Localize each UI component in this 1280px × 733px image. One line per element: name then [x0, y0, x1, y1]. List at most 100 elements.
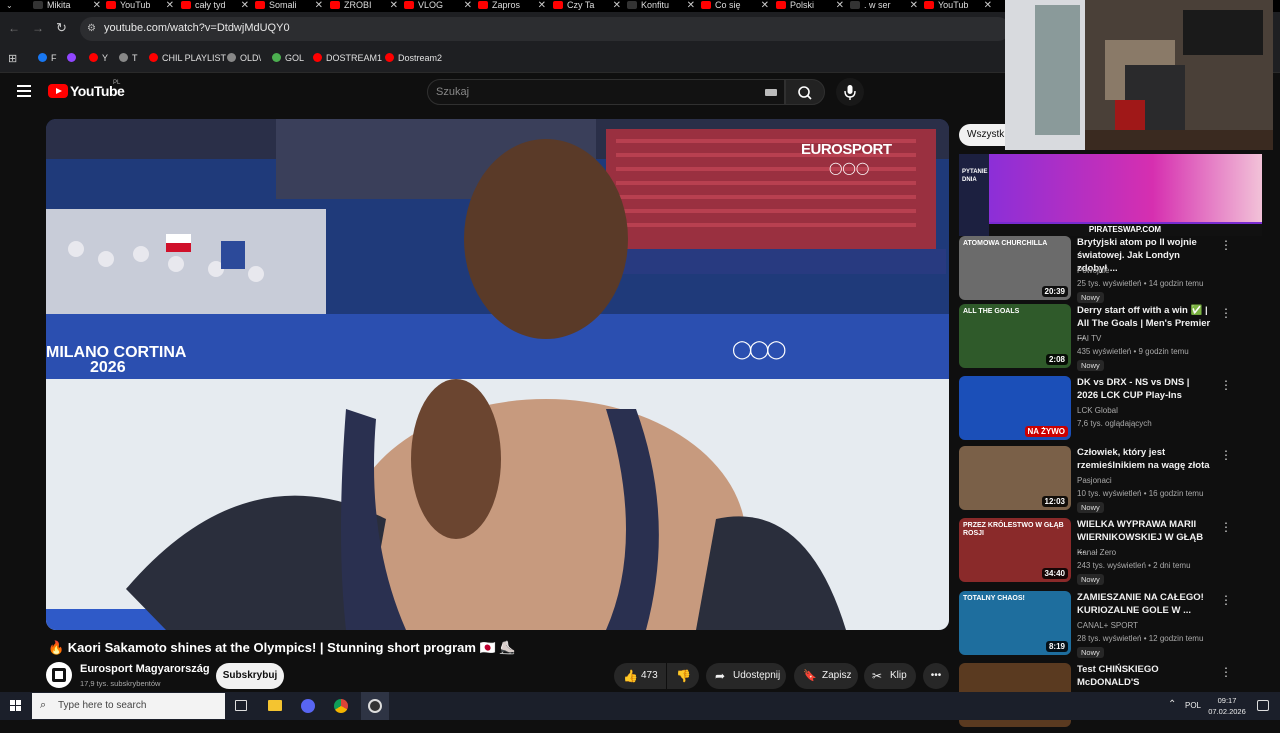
voice-search-button[interactable] [836, 78, 864, 106]
recommended-channel[interactable]: FAI TV [1077, 334, 1101, 343]
browser-tab[interactable]: Polski ✕ [776, 0, 848, 12]
tab-close-icon[interactable]: ✕ [166, 0, 174, 11]
taskbar-search-box[interactable]: ⌕ Type here to search [32, 693, 225, 719]
recommended-channel[interactable]: Kanał Zero [1077, 548, 1116, 557]
tab-close-icon[interactable]: ✕ [390, 0, 398, 11]
recommended-channel[interactable]: LCK Global [1077, 406, 1118, 415]
more-options-icon[interactable]: ⋮ [1220, 378, 1232, 392]
reload-icon[interactable]: ↻ [56, 20, 67, 36]
chrome-icon[interactable] [334, 699, 348, 713]
language-indicator[interactable]: POL [1185, 701, 1201, 710]
search-input[interactable]: Szukaj [436, 86, 469, 98]
keyboard-icon[interactable] [765, 89, 777, 96]
bookmark-item[interactable] [67, 53, 80, 63]
recommended-channel[interactable]: CANAL+ SPORT [1077, 621, 1138, 630]
tab-close-icon[interactable]: ✕ [984, 0, 992, 11]
more-options-icon[interactable]: ⋮ [1220, 238, 1232, 252]
browser-tab[interactable]: Mikita ✕ [33, 0, 105, 12]
tab-close-icon[interactable]: ✕ [315, 0, 323, 11]
browser-tab[interactable]: Zapros ✕ [478, 0, 550, 12]
video-thumbnail[interactable]: NA ŻYWO [959, 376, 1071, 440]
bookmark-item[interactable]: OLD\ [227, 53, 261, 63]
bookmark-item[interactable]: F [38, 53, 57, 63]
more-options-icon[interactable]: ⋮ [1220, 593, 1232, 607]
back-icon[interactable]: ← [8, 21, 20, 35]
browser-tab[interactable]: cały tyd ✕ [181, 0, 253, 12]
video-thumbnail[interactable]: 12:03 [959, 446, 1071, 510]
dislike-button[interactable]: 👎 [667, 663, 699, 689]
tab-close-icon[interactable]: ✕ [613, 0, 621, 11]
bookmark-item[interactable]: Y [89, 53, 108, 63]
task-view-icon[interactable] [235, 700, 247, 711]
tab-close-icon[interactable]: ✕ [93, 0, 101, 11]
recommended-video[interactable]: ATOMOWA CHURCHILLA 20:39 Brytyjski atom po… [958, 236, 1280, 306]
recommended-channel[interactable]: Powojnie [1077, 266, 1109, 275]
browser-tab[interactable]: YouTub ✕ [924, 0, 996, 12]
video-thumbnail[interactable]: PRZEZ KRÓLESTWO W GŁĄB ROSJI 34:40 [959, 518, 1071, 582]
search-button[interactable] [785, 79, 825, 105]
menu-icon[interactable] [17, 85, 31, 97]
browser-tab[interactable]: Somali ✕ [255, 0, 327, 12]
ad-banner[interactable]: PIRATESWAP.COM [988, 154, 1262, 236]
apps-grid-icon[interactable]: ⊞ [8, 52, 17, 65]
clip-button[interactable]: ✂ Klip [864, 663, 916, 689]
bookmark-item[interactable]: DOSTREAM1 [313, 53, 382, 63]
discord-icon[interactable] [301, 699, 315, 713]
browser-tab[interactable]: . w ser ✕ [850, 0, 922, 12]
browser-tab[interactable]: Czy Ta ✕ [553, 0, 625, 12]
video-thumbnail[interactable]: TOTALNY CHAOS! 8:19 [959, 591, 1071, 655]
more-options-icon[interactable]: ⋮ [1220, 520, 1232, 534]
channel-name[interactable]: Eurosport Magyarország [80, 663, 210, 675]
video-thumbnail[interactable]: ALL THE GOALS 2:08 [959, 304, 1071, 368]
windows-start-icon[interactable] [10, 700, 22, 712]
channel-avatar[interactable] [46, 662, 72, 688]
recommended-video[interactable]: 12:03 Człowiek, który jest rzemieślnikiem… [958, 446, 1280, 516]
more-options-icon[interactable]: ⋮ [1220, 306, 1232, 320]
tab-close-icon[interactable]: ✕ [910, 0, 918, 11]
recommended-title[interactable]: DK vs DRX - NS vs DNS | 2026 LCK CUP Pla… [1077, 376, 1212, 402]
bookmark-item[interactable]: CHIL PLAYLIST [149, 53, 226, 63]
browser-tab[interactable]: ZROBI ✕ [330, 0, 402, 12]
save-button[interactable]: 🔖 Zapisz [794, 663, 858, 689]
file-explorer-icon[interactable] [268, 700, 282, 711]
taskbar-search-input[interactable]: Type here to search [58, 700, 146, 711]
subscribe-button[interactable]: Subskrybuj [216, 663, 284, 689]
site-info-icon[interactable]: ⚙ [87, 23, 98, 34]
forward-icon[interactable]: → [32, 21, 44, 35]
share-button[interactable]: ➦ Udostępnij [706, 663, 786, 689]
recommended-video[interactable]: ALL THE GOALS 2:08 Derry start off with a … [958, 304, 1280, 374]
more-actions-button[interactable]: ••• [923, 663, 949, 689]
notifications-icon[interactable] [1257, 700, 1269, 711]
address-bar[interactable]: ⚙ youtube.com/watch?v=DtdwjMdUQY0 [80, 17, 1010, 41]
recommended-title[interactable]: ZAMIESZANIE NA CAŁEGO! KURIOZALNE GOLE W… [1077, 591, 1212, 617]
tab-close-icon[interactable]: ✕ [464, 0, 472, 11]
tab-close-icon[interactable]: ✕ [687, 0, 695, 11]
recommended-channel[interactable]: Pasjonaci [1077, 476, 1112, 485]
browser-tab[interactable]: Konfitu ✕ [627, 0, 699, 12]
bookmark-item[interactable]: GOL [272, 53, 304, 63]
more-options-icon[interactable]: ⋮ [1220, 665, 1232, 679]
bookmark-item[interactable]: T [119, 53, 138, 63]
video-thumbnail[interactable]: ATOMOWA CHURCHILLA 20:39 [959, 236, 1071, 300]
browser-tab[interactable]: YouTub ✕ [106, 0, 178, 12]
tray-chevron-icon[interactable]: ⌃ [1168, 699, 1176, 710]
tab-search-button[interactable]: ⌄ [6, 0, 22, 12]
browser-tab[interactable]: Co się ✕ [701, 0, 773, 12]
recommended-video[interactable]: NA ŻYWO DK vs DRX - NS vs DNS | 2026 LCK … [958, 376, 1280, 446]
tab-close-icon[interactable]: ✕ [241, 0, 249, 11]
more-options-icon[interactable]: ⋮ [1220, 448, 1232, 462]
like-button[interactable]: 👍 473 [614, 663, 666, 689]
clock[interactable]: 09:17 07.02.2026 [1208, 695, 1246, 717]
obs-icon[interactable] [361, 692, 389, 720]
tab-close-icon[interactable]: ✕ [836, 0, 844, 11]
recommended-title[interactable]: Test CHIŃSKIEGO McDONALD'S [1077, 663, 1212, 689]
video-player[interactable]: EUROSPORT ◯◯◯ MILANO CORTINA 2026 ◯◯◯ [46, 119, 949, 630]
tab-close-icon[interactable]: ✕ [761, 0, 769, 11]
search-box[interactable]: Szukaj [427, 79, 785, 105]
bookmark-item[interactable]: Dostream2 [385, 53, 442, 63]
recommended-video[interactable]: TOTALNY CHAOS! 8:19 ZAMIESZANIE NA CAŁEGO!… [958, 591, 1280, 661]
recommended-video[interactable]: PRZEZ KRÓLESTWO W GŁĄB ROSJI 34:40 WIELKA … [958, 518, 1280, 588]
tab-close-icon[interactable]: ✕ [538, 0, 546, 11]
recommended-title[interactable]: Człowiek, który jest rzemieślnikiem na w… [1077, 446, 1212, 472]
browser-tab[interactable]: VLOG ✕ [404, 0, 476, 12]
